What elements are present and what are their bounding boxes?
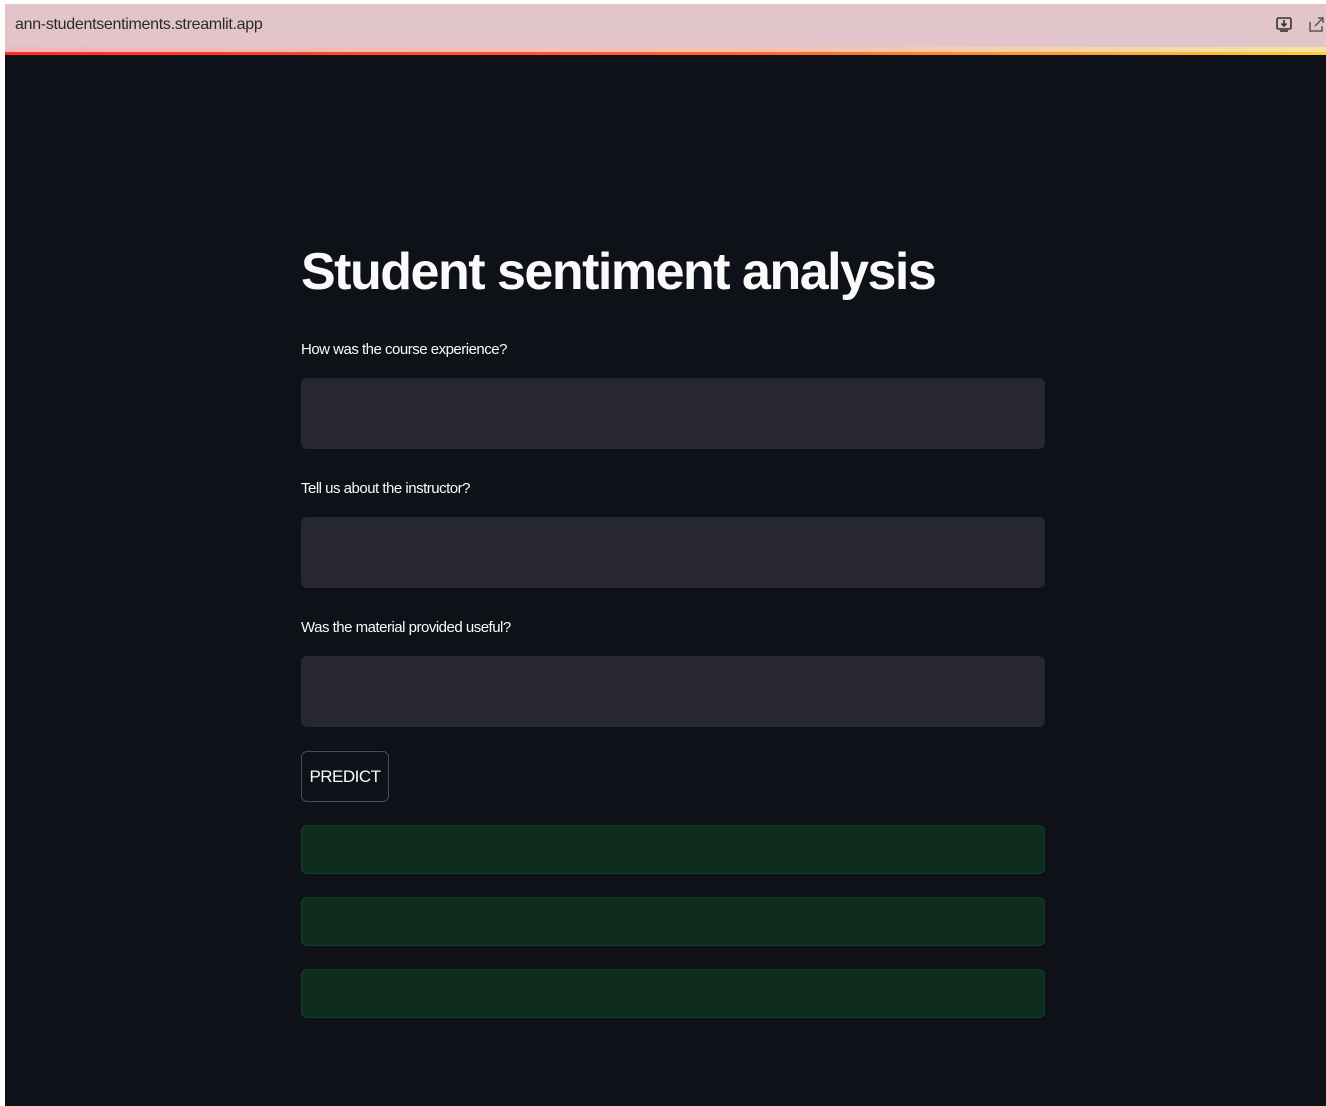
material-label: Was the material provided useful? bbox=[301, 619, 511, 636]
material-input[interactable] bbox=[301, 656, 1045, 727]
course-experience-input[interactable] bbox=[301, 378, 1045, 449]
main-content: Student sentiment analysis How was the c… bbox=[301, 234, 1045, 1018]
result-box-2 bbox=[301, 897, 1045, 946]
page-title: Student sentiment analysis bbox=[301, 243, 937, 301]
url-text[interactable]: ann-studentsentiments.streamlit.app bbox=[15, 16, 263, 34]
browser-actions bbox=[1274, 14, 1326, 34]
browser-address-bar: ann-studentsentiments.streamlit.app bbox=[5, 4, 1326, 47]
share-icon[interactable] bbox=[1306, 14, 1326, 34]
result-box-1 bbox=[301, 825, 1045, 874]
predict-button[interactable]: PREDICT bbox=[301, 751, 389, 802]
instructor-label: Tell us about the instructor? bbox=[301, 480, 470, 497]
install-app-icon[interactable] bbox=[1274, 14, 1294, 34]
result-box-3 bbox=[301, 969, 1045, 1018]
app-window: ann-studentsentiments.streamlit.app Stud… bbox=[5, 4, 1326, 1106]
course-experience-label: How was the course experience? bbox=[301, 341, 507, 358]
instructor-input[interactable] bbox=[301, 517, 1045, 588]
streamlit-decoration-bar bbox=[5, 47, 1326, 55]
